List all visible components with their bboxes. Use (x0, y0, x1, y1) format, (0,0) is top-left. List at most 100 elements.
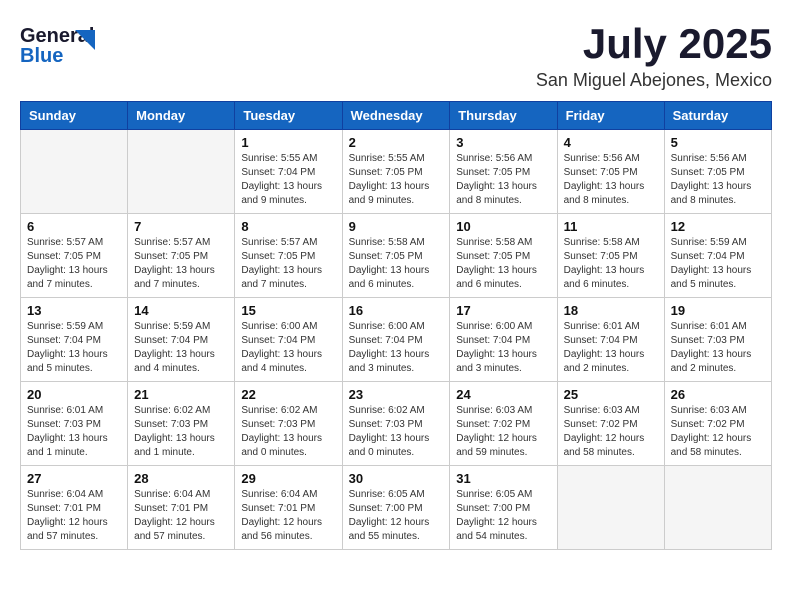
calendar-cell: 29Sunrise: 6:04 AM Sunset: 7:01 PM Dayli… (235, 466, 342, 550)
day-number: 1 (241, 135, 335, 150)
calendar-cell: 31 Sunrise: 6:05 AM Sunset: 7:00 PM Dayli… (450, 466, 557, 550)
calendar-cell: 15Sunrise: 6:00 AM Sunset: 7:04 PM Dayli… (235, 298, 342, 382)
day-number: 25 (564, 387, 658, 402)
day-info: Sunrise: 6:02 AM Sunset: 7:03 PM Dayligh… (134, 404, 228, 460)
calendar-cell: 28 Sunrise: 6:04 AM Sunset: 7:01 PM Dayli… (128, 466, 235, 550)
day-info: Sunrise: 6:02 AM Sunset: 7:03 PM Dayligh… (349, 404, 444, 460)
day-number: 2 (349, 135, 444, 150)
day-number: 30 (349, 471, 444, 486)
day-number: 8 (241, 219, 335, 234)
column-header-thursday: Thursday (450, 102, 557, 130)
svg-text:Blue: Blue (20, 45, 63, 67)
day-info: Sunrise: 6:00 AM Sunset: 7:04 PM Dayligh… (349, 320, 444, 376)
day-info: Sunrise: 6:05 AM Sunset: 7:00 PM Dayligh… (349, 488, 444, 544)
day-number: 31 (456, 471, 550, 486)
day-number: 21 (134, 387, 228, 402)
main-title: July 2025 (536, 20, 772, 68)
calendar-cell: 10Sunrise: 5:58 AM Sunset: 7:05 PM Dayli… (450, 214, 557, 298)
calendar-cell: 11 Sunrise: 5:58 AM Sunset: 7:05 PM Dayli… (557, 214, 664, 298)
day-number: 9 (349, 219, 444, 234)
calendar-cell: 19 Sunrise: 6:01 AM Sunset: 7:03 PM Dayli… (664, 298, 771, 382)
day-info: Sunrise: 6:02 AM Sunset: 7:03 PM Dayligh… (241, 404, 335, 460)
day-number: 12 (671, 219, 765, 234)
day-info: Sunrise: 5:59 AM Sunset: 7:04 PM Dayligh… (27, 320, 121, 376)
calendar-cell: 26Sunrise: 6:03 AM Sunset: 7:02 PM Dayli… (664, 382, 771, 466)
day-info: Sunrise: 5:57 AM Sunset: 7:05 PM Dayligh… (134, 236, 228, 292)
calendar-cell: 1 Sunrise: 5:55 AM Sunset: 7:04 PM Daylig… (235, 130, 342, 214)
calendar-cell: 24 Sunrise: 6:03 AM Sunset: 7:02 PM Dayli… (450, 382, 557, 466)
column-header-wednesday: Wednesday (342, 102, 450, 130)
calendar-cell: 30 Sunrise: 6:05 AM Sunset: 7:00 PM Dayli… (342, 466, 450, 550)
day-number: 19 (671, 303, 765, 318)
day-info: Sunrise: 6:04 AM Sunset: 7:01 PM Dayligh… (134, 488, 228, 544)
day-info: Sunrise: 6:00 AM Sunset: 7:04 PM Dayligh… (456, 320, 550, 376)
day-info: Sunrise: 6:01 AM Sunset: 7:04 PM Dayligh… (564, 320, 658, 376)
title-block: July 2025 San Miguel Abejones, Mexico (536, 20, 772, 91)
day-number: 11 (564, 219, 658, 234)
column-header-sunday: Sunday (21, 102, 128, 130)
day-info: Sunrise: 5:56 AM Sunset: 7:05 PM Dayligh… (564, 152, 658, 208)
day-info: Sunrise: 6:01 AM Sunset: 7:03 PM Dayligh… (671, 320, 765, 376)
calendar-cell: 12 Sunrise: 5:59 AM Sunset: 7:04 PM Dayli… (664, 214, 771, 298)
day-number: 7 (134, 219, 228, 234)
calendar-cell: 25 Sunrise: 6:03 AM Sunset: 7:02 PM Dayli… (557, 382, 664, 466)
calendar-cell: 3 Sunrise: 5:56 AM Sunset: 7:05 PM Daylig… (450, 130, 557, 214)
day-info: Sunrise: 5:57 AM Sunset: 7:05 PM Dayligh… (241, 236, 335, 292)
calendar-cell: 6 Sunrise: 5:57 AM Sunset: 7:05 PM Daylig… (21, 214, 128, 298)
calendar-week-5: 27 Sunrise: 6:04 AM Sunset: 7:01 PM Dayli… (21, 466, 772, 550)
day-info: Sunrise: 5:56 AM Sunset: 7:05 PM Dayligh… (671, 152, 765, 208)
day-number: 13 (27, 303, 121, 318)
day-info: Sunrise: 5:58 AM Sunset: 7:05 PM Dayligh… (564, 236, 658, 292)
day-info: Sunrise: 6:03 AM Sunset: 7:02 PM Dayligh… (671, 404, 765, 460)
day-number: 22 (241, 387, 335, 402)
calendar-week-3: 13 Sunrise: 5:59 AM Sunset: 7:04 PM Dayli… (21, 298, 772, 382)
column-header-tuesday: Tuesday (235, 102, 342, 130)
day-info: Sunrise: 6:03 AM Sunset: 7:02 PM Dayligh… (456, 404, 550, 460)
day-info: Sunrise: 5:55 AM Sunset: 7:04 PM Dayligh… (241, 152, 335, 208)
calendar-cell: 2 Sunrise: 5:55 AM Sunset: 7:05 PM Daylig… (342, 130, 450, 214)
calendar-cell: 4Sunrise: 5:56 AM Sunset: 7:05 PM Daylig… (557, 130, 664, 214)
calendar-cell: 20 Sunrise: 6:01 AM Sunset: 7:03 PM Dayli… (21, 382, 128, 466)
column-header-friday: Friday (557, 102, 664, 130)
calendar-cell: 14Sunrise: 5:59 AM Sunset: 7:04 PM Dayli… (128, 298, 235, 382)
day-info: Sunrise: 5:59 AM Sunset: 7:04 PM Dayligh… (671, 236, 765, 292)
calendar-week-1: 1 Sunrise: 5:55 AM Sunset: 7:04 PM Daylig… (21, 130, 772, 214)
day-info: Sunrise: 6:01 AM Sunset: 7:03 PM Dayligh… (27, 404, 121, 460)
day-number: 17 (456, 303, 550, 318)
calendar-header-row: SundayMondayTuesdayWednesdayThursdayFrid… (21, 102, 772, 130)
day-number: 24 (456, 387, 550, 402)
calendar-cell (128, 130, 235, 214)
day-number: 28 (134, 471, 228, 486)
calendar-cell: 9Sunrise: 5:58 AM Sunset: 7:05 PM Daylig… (342, 214, 450, 298)
day-info: Sunrise: 5:59 AM Sunset: 7:04 PM Dayligh… (134, 320, 228, 376)
calendar-cell: 21 Sunrise: 6:02 AM Sunset: 7:03 PM Dayli… (128, 382, 235, 466)
column-header-saturday: Saturday (664, 102, 771, 130)
day-info: Sunrise: 6:00 AM Sunset: 7:04 PM Dayligh… (241, 320, 335, 376)
day-number: 3 (456, 135, 550, 150)
day-info: Sunrise: 5:57 AM Sunset: 7:05 PM Dayligh… (27, 236, 121, 292)
day-number: 23 (349, 387, 444, 402)
day-number: 20 (27, 387, 121, 402)
page-header: General Blue July 2025 San Miguel Abejon… (20, 20, 772, 91)
calendar-cell (557, 466, 664, 550)
logo-svg: General Blue (20, 20, 110, 68)
day-info: Sunrise: 6:04 AM Sunset: 7:01 PM Dayligh… (241, 488, 335, 544)
column-header-monday: Monday (128, 102, 235, 130)
calendar-cell: 16Sunrise: 6:00 AM Sunset: 7:04 PM Dayli… (342, 298, 450, 382)
calendar-cell: 7 Sunrise: 5:57 AM Sunset: 7:05 PM Daylig… (128, 214, 235, 298)
calendar-cell: 27 Sunrise: 6:04 AM Sunset: 7:01 PM Dayli… (21, 466, 128, 550)
day-number: 27 (27, 471, 121, 486)
calendar-week-4: 20 Sunrise: 6:01 AM Sunset: 7:03 PM Dayli… (21, 382, 772, 466)
calendar-cell: 17 Sunrise: 6:00 AM Sunset: 7:04 PM Dayli… (450, 298, 557, 382)
day-info: Sunrise: 6:05 AM Sunset: 7:00 PM Dayligh… (456, 488, 550, 544)
logo: General Blue (20, 20, 110, 68)
day-info: Sunrise: 5:55 AM Sunset: 7:05 PM Dayligh… (349, 152, 444, 208)
day-number: 18 (564, 303, 658, 318)
day-number: 6 (27, 219, 121, 234)
day-info: Sunrise: 5:56 AM Sunset: 7:05 PM Dayligh… (456, 152, 550, 208)
calendar-cell: 22 Sunrise: 6:02 AM Sunset: 7:03 PM Dayli… (235, 382, 342, 466)
day-info: Sunrise: 6:03 AM Sunset: 7:02 PM Dayligh… (564, 404, 658, 460)
calendar-cell: 5Sunrise: 5:56 AM Sunset: 7:05 PM Daylig… (664, 130, 771, 214)
day-info: Sunrise: 6:04 AM Sunset: 7:01 PM Dayligh… (27, 488, 121, 544)
calendar-cell: 13 Sunrise: 5:59 AM Sunset: 7:04 PM Dayli… (21, 298, 128, 382)
